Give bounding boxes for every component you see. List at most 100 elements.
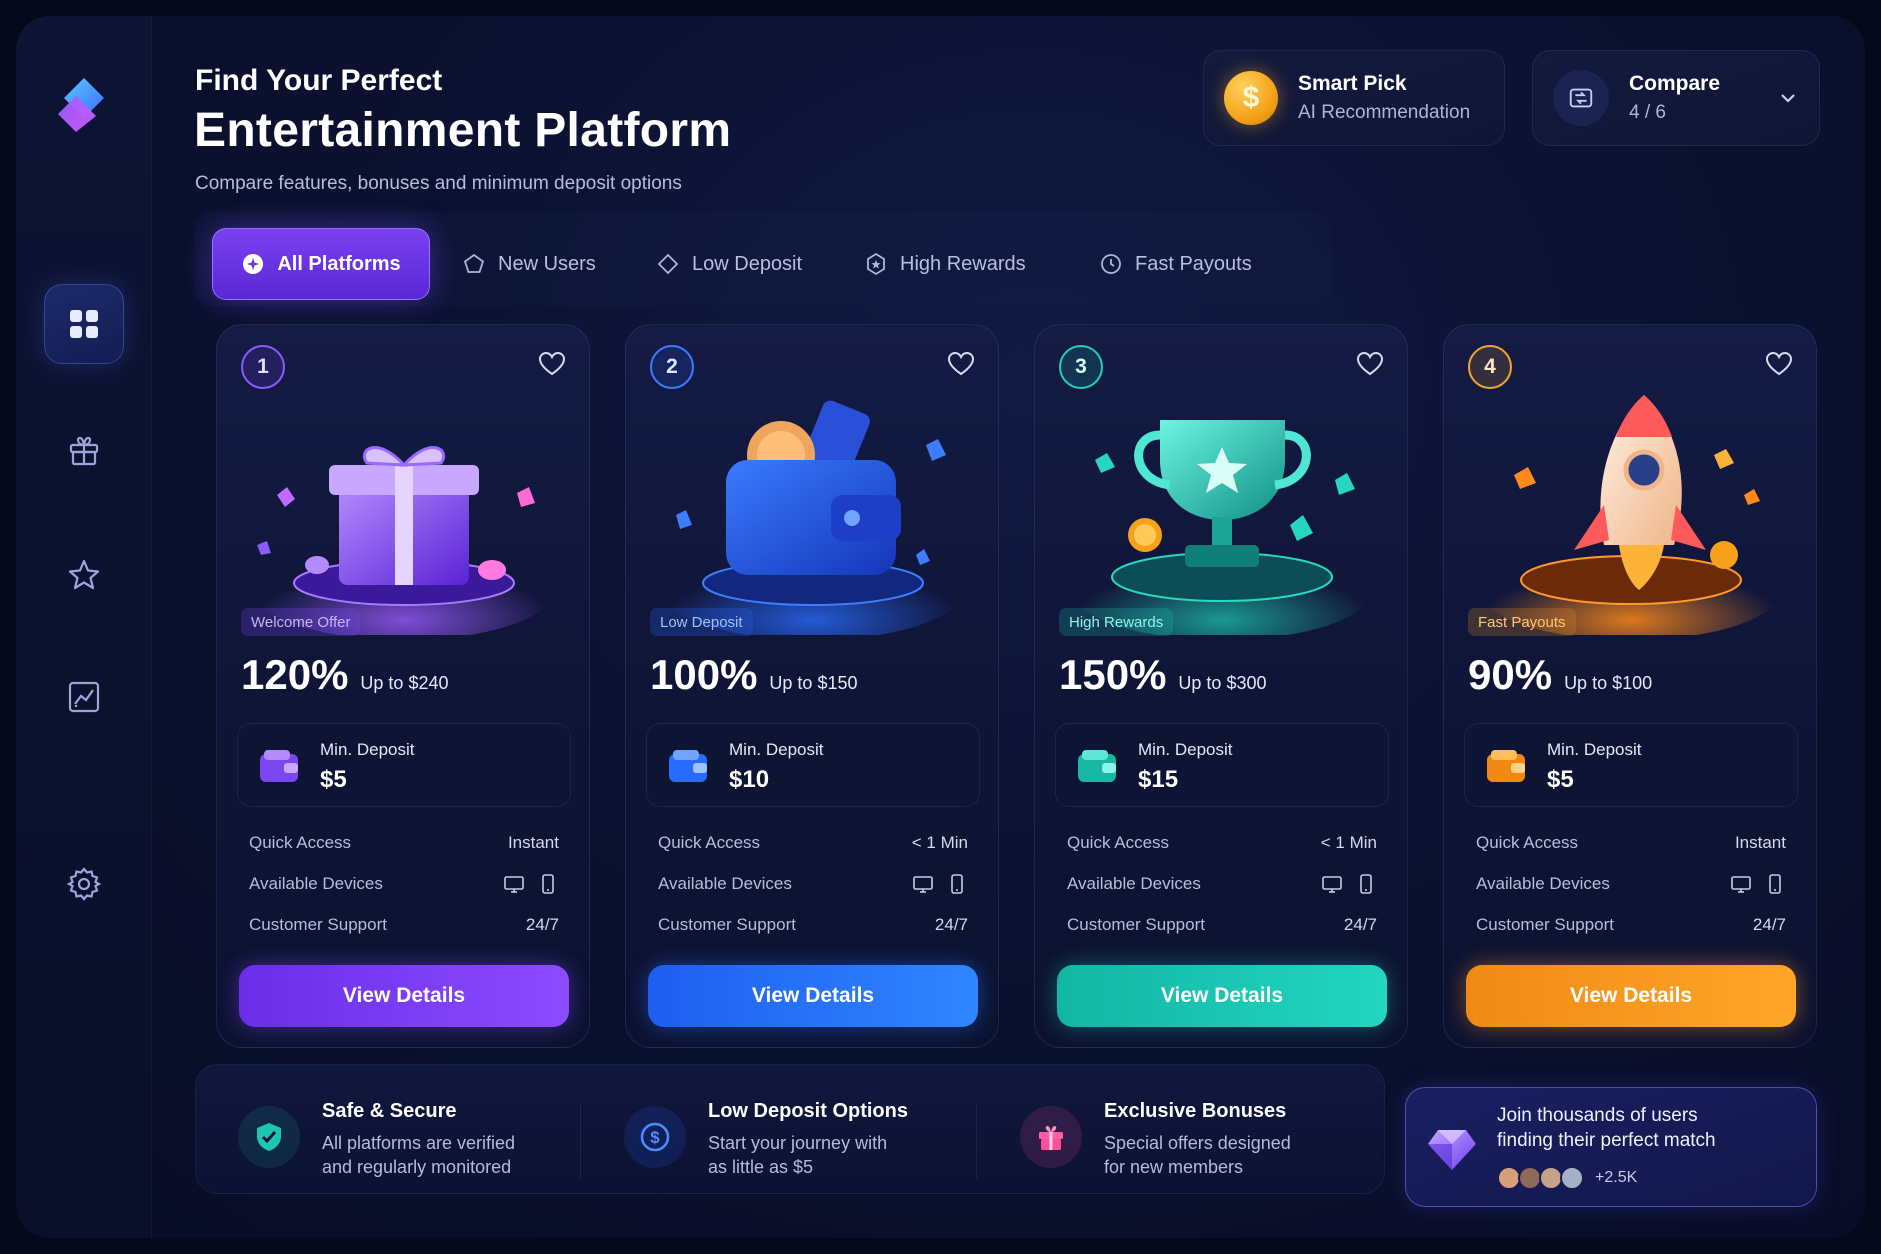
gift-box-illustration — [254, 446, 554, 635]
status-badge: Fast Payouts — [1468, 608, 1576, 636]
status-badge: High Rewards — [1059, 608, 1174, 636]
wallet-icon — [1078, 750, 1116, 782]
detail-row-support: Customer Support 24/7 — [249, 915, 559, 934]
min-deposit-value: $10 — [729, 766, 770, 793]
view-details-button[interactable]: View Details — [1057, 965, 1387, 1027]
sidebar-item-favorites[interactable] — [44, 535, 124, 615]
tab-all-platforms[interactable]: All Platforms — [212, 228, 430, 300]
tab-label: Low Deposit — [692, 252, 803, 275]
sparkle-icon — [243, 254, 264, 274]
desktop-icon — [1731, 876, 1751, 893]
tab-label: High Rewards — [900, 252, 1026, 275]
join-text-line1: Join thousands of users — [1497, 1105, 1698, 1126]
sidebar-item-analytics[interactable] — [44, 657, 124, 737]
sidebar-item-dashboard[interactable] — [44, 284, 124, 364]
mobile-icon — [1360, 874, 1372, 894]
sidebar-item-gifts[interactable] — [44, 410, 124, 490]
feature-exclusive-bonuses: Exclusive Bonuses Special offers designe… — [1020, 1100, 1291, 1179]
detail-row-support: Customer Support 24/7 — [1476, 915, 1786, 934]
page-title: Entertainment Platform — [194, 104, 732, 157]
detail-row-quick-access: Quick Access Instant — [1476, 833, 1786, 852]
desktop-icon — [913, 876, 933, 893]
feature-title: Safe & Secure — [322, 1100, 457, 1122]
bonus-upto: Up to $240 — [360, 673, 449, 693]
detail-row-quick-access: Quick Access < 1 Min — [1067, 833, 1377, 852]
compare-icon — [1553, 70, 1609, 126]
app-logo[interactable] — [54, 74, 114, 134]
status-badge: Welcome Offer — [241, 608, 361, 636]
wallet-illustration — [663, 400, 963, 635]
min-deposit-box: Min. Deposit $5 — [1464, 723, 1798, 807]
compare-title: Compare — [1629, 72, 1721, 95]
min-deposit-label: Min. Deposit — [1547, 740, 1642, 759]
platform-card-4: 4 Fast Payouts 90% Up to $100 Min. Depos… — [1443, 324, 1817, 1048]
dollar-coin-icon: $ — [1224, 71, 1278, 125]
bonus-percent: 90% — [1468, 651, 1553, 698]
settings-gear-icon — [66, 867, 102, 901]
smart-pick-subtitle: AI Recommendation — [1298, 102, 1471, 123]
tab-fast-payouts[interactable]: Fast Payouts — [1099, 228, 1252, 300]
smart-pick-title: Smart Pick — [1298, 72, 1407, 95]
gem-icon — [1428, 1130, 1476, 1170]
min-deposit-box: Min. Deposit $5 — [237, 723, 571, 807]
compare-dropdown[interactable]: Compare 4 / 6 — [1532, 50, 1820, 146]
min-deposit-box: Min. Deposit $10 — [646, 723, 980, 807]
detail-row-devices: Available Devices — [1067, 872, 1377, 896]
bonus-percent: 120% — [241, 651, 349, 698]
dollar-circle-icon: $ — [624, 1106, 686, 1168]
min-deposit-value: $15 — [1138, 766, 1179, 793]
bonus-percent: 150% — [1059, 651, 1167, 698]
avatar — [1560, 1166, 1584, 1190]
tab-low-deposit[interactable]: Low Deposit — [656, 228, 802, 300]
bonus-upto: Up to $300 — [1178, 673, 1267, 693]
pentagon-icon — [463, 253, 485, 273]
star-icon — [68, 559, 100, 590]
view-details-button[interactable]: View Details — [648, 965, 978, 1027]
clock-icon — [1101, 254, 1121, 274]
svg-text:$: $ — [650, 1128, 660, 1147]
desktop-icon — [1322, 876, 1342, 893]
detail-row-devices: Available Devices — [249, 872, 559, 896]
feature-text: All platforms are verified and regularly … — [322, 1133, 516, 1177]
feature-title: Exclusive Bonuses — [1104, 1100, 1287, 1122]
view-details-button[interactable]: View Details — [1466, 965, 1796, 1027]
tab-new-users[interactable]: New Users — [462, 228, 596, 300]
view-details-button[interactable]: View Details — [239, 965, 569, 1027]
smart-pick-button[interactable]: $ Smart Pick AI Recommendation — [1203, 50, 1505, 146]
chevron-down-icon — [1781, 94, 1795, 103]
sidebar — [16, 16, 152, 1238]
feature-safe-secure: Safe & Secure All platforms are verified… — [238, 1100, 515, 1179]
join-text-line2: finding their perfect match — [1497, 1130, 1716, 1151]
feature-title: Low Deposit Options — [708, 1100, 908, 1122]
avatar-group: +2.5K — [1497, 1166, 1637, 1190]
detail-row-devices: Available Devices — [658, 872, 968, 896]
min-deposit-box: Min. Deposit $15 — [1055, 723, 1389, 807]
tab-label: Fast Payouts — [1135, 252, 1252, 275]
rocket-illustration — [1481, 395, 1781, 635]
join-community-card[interactable]: Join thousands of users finding their pe… — [1405, 1087, 1817, 1207]
page-subtitle: Compare features, bonuses and minimum de… — [195, 173, 682, 194]
tab-label: New Users — [498, 252, 596, 275]
detail-row-support: Customer Support 24/7 — [658, 915, 968, 934]
wallet-icon — [1487, 750, 1525, 782]
bonus-percent: 100% — [650, 651, 758, 698]
tab-label: All Platforms — [277, 252, 401, 275]
bonus-upto: Up to $100 — [1564, 673, 1653, 693]
mobile-icon — [542, 874, 554, 894]
shield-check-icon — [238, 1106, 300, 1168]
detail-row-devices: Available Devices — [1476, 872, 1786, 896]
min-deposit-value: $5 — [1547, 766, 1574, 793]
divider — [976, 1104, 977, 1178]
gift-icon — [1020, 1106, 1082, 1168]
wallet-icon — [669, 750, 707, 782]
min-deposit-label: Min. Deposit — [320, 740, 415, 759]
sidebar-item-settings[interactable] — [44, 844, 124, 924]
min-deposit-label: Min. Deposit — [729, 740, 824, 759]
analytics-chart-icon — [68, 681, 100, 713]
detail-row-support: Customer Support 24/7 — [1067, 915, 1377, 934]
platform-card-2: 2 Low Deposit 100% Up to $150 Min. Depos… — [625, 324, 999, 1048]
tab-high-rewards[interactable]: High Rewards — [864, 228, 1026, 300]
diamond-icon — [657, 253, 679, 275]
min-deposit-label: Min. Deposit — [1138, 740, 1233, 759]
detail-row-quick-access: Quick Access Instant — [249, 833, 559, 852]
